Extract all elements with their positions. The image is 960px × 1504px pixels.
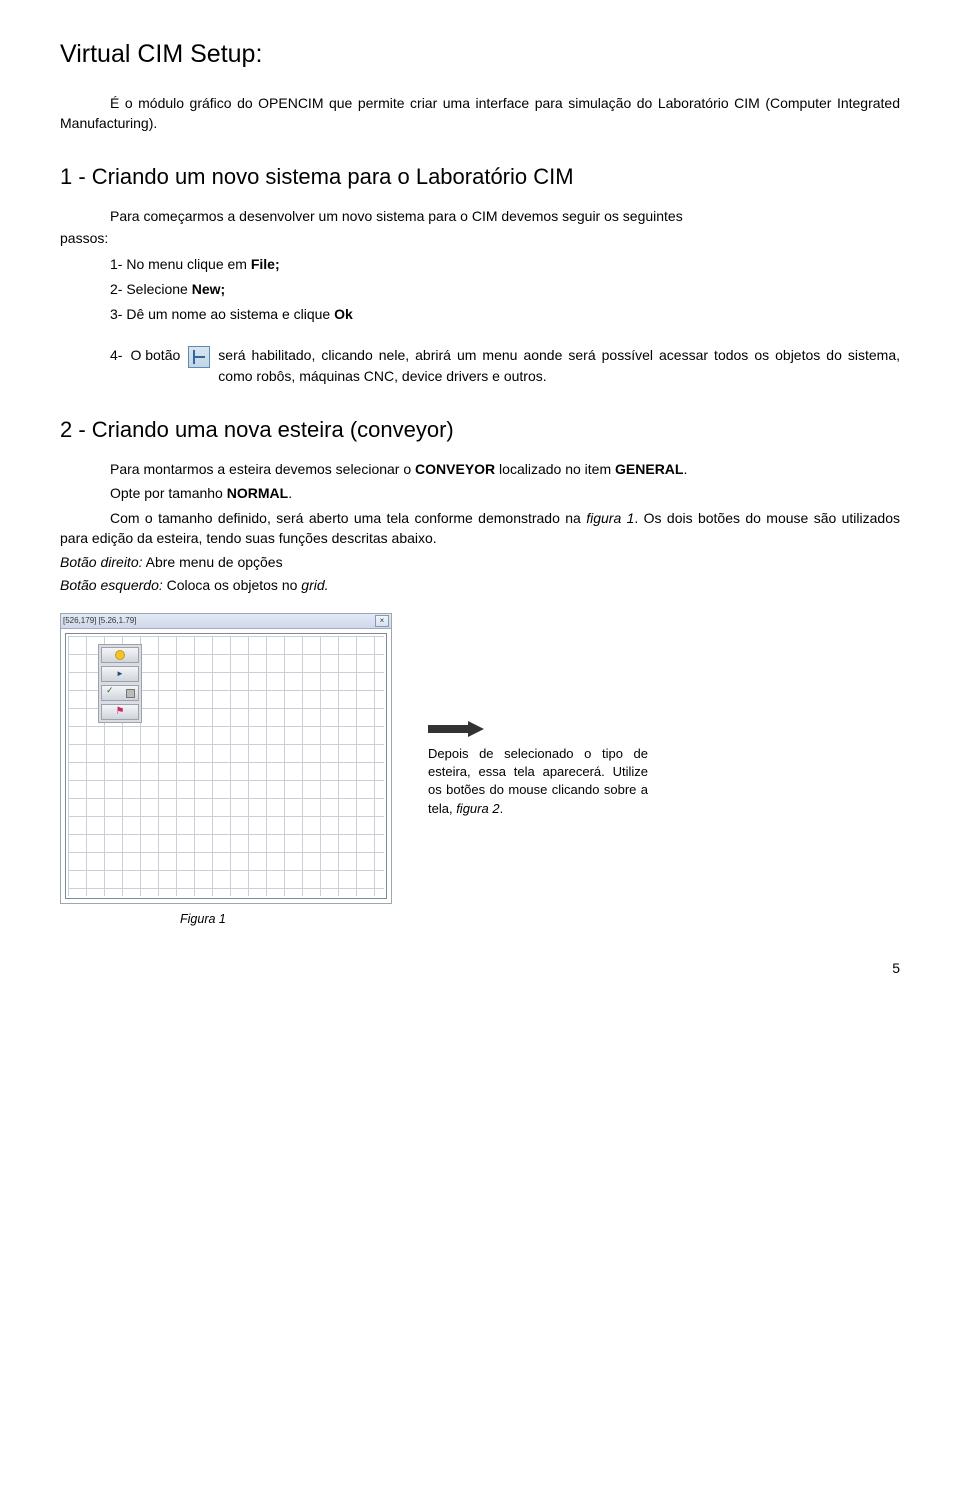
figure-1-body — [61, 629, 391, 903]
figure-1-titlebar-text: [526,179] [5.26,1.79] — [63, 616, 136, 625]
figure-1-container: [526,179] [5.26,1.79] × Figura 1 — [60, 613, 392, 926]
figure-1-palette — [98, 644, 142, 723]
section-1-passos: passos: — [60, 228, 900, 248]
section-2-p2: Opte por tamanho NORMAL. — [60, 483, 900, 503]
figure-1-grid — [68, 636, 384, 896]
section-1-steps: 1- No menu clique em File; 2- Selecione … — [60, 254, 900, 325]
arrow-icon — [428, 721, 488, 737]
intro-paragraph: É o módulo gráfico do OPENCIM que permit… — [60, 93, 900, 134]
section-1-heading: 1 - Criando um novo sistema para o Labor… — [60, 164, 900, 190]
page-number: 5 — [60, 960, 900, 976]
step-2: 2- Selecione New; — [60, 279, 900, 300]
figure-1-window: [526,179] [5.26,1.79] × — [60, 613, 392, 904]
step-1: 1- No menu clique em File; — [60, 254, 900, 275]
palette-arrow-icon — [101, 666, 139, 682]
figure-1-grid-frame — [65, 633, 387, 899]
figure-1-label: Figura 1 — [180, 912, 392, 926]
section-2-heading: 2 - Criando uma nova esteira (conveyor) — [60, 417, 900, 443]
palette-sun-icon — [101, 647, 139, 663]
figure-1-caption: Depois de selecionado o tipo de esteira,… — [428, 745, 648, 818]
step-4: 4- O botão será habilitado, clicando nel… — [60, 345, 900, 387]
palette-check-icon — [101, 685, 139, 701]
step-3: 3- Dê um nome ao sistema e clique Ok — [60, 304, 900, 325]
section-1-lead: Para começarmos a desenvolver um novo si… — [60, 206, 900, 226]
section-2-p3: Com o tamanho definido, será aberto uma … — [60, 508, 900, 549]
close-icon: × — [375, 615, 389, 627]
figure-1-titlebar: [526,179] [5.26,1.79] × — [61, 614, 391, 629]
page-title: Virtual CIM Setup: — [60, 40, 900, 69]
figure-1-row: [526,179] [5.26,1.79] × Figura 1 — [60, 613, 900, 926]
section-2-p5: Botão esquerdo: Coloca os objetos no gri… — [60, 575, 900, 595]
palette-flag-icon — [101, 704, 139, 720]
section-2-p1: Para montarmos a esteira devemos selecio… — [60, 459, 900, 479]
section-2-p4: Botão direito: Abre menu de opções — [60, 552, 900, 572]
figure-1-annotation: Depois de selecionado o tipo de esteira,… — [428, 721, 648, 818]
toolbar-object-button-icon — [188, 346, 210, 368]
